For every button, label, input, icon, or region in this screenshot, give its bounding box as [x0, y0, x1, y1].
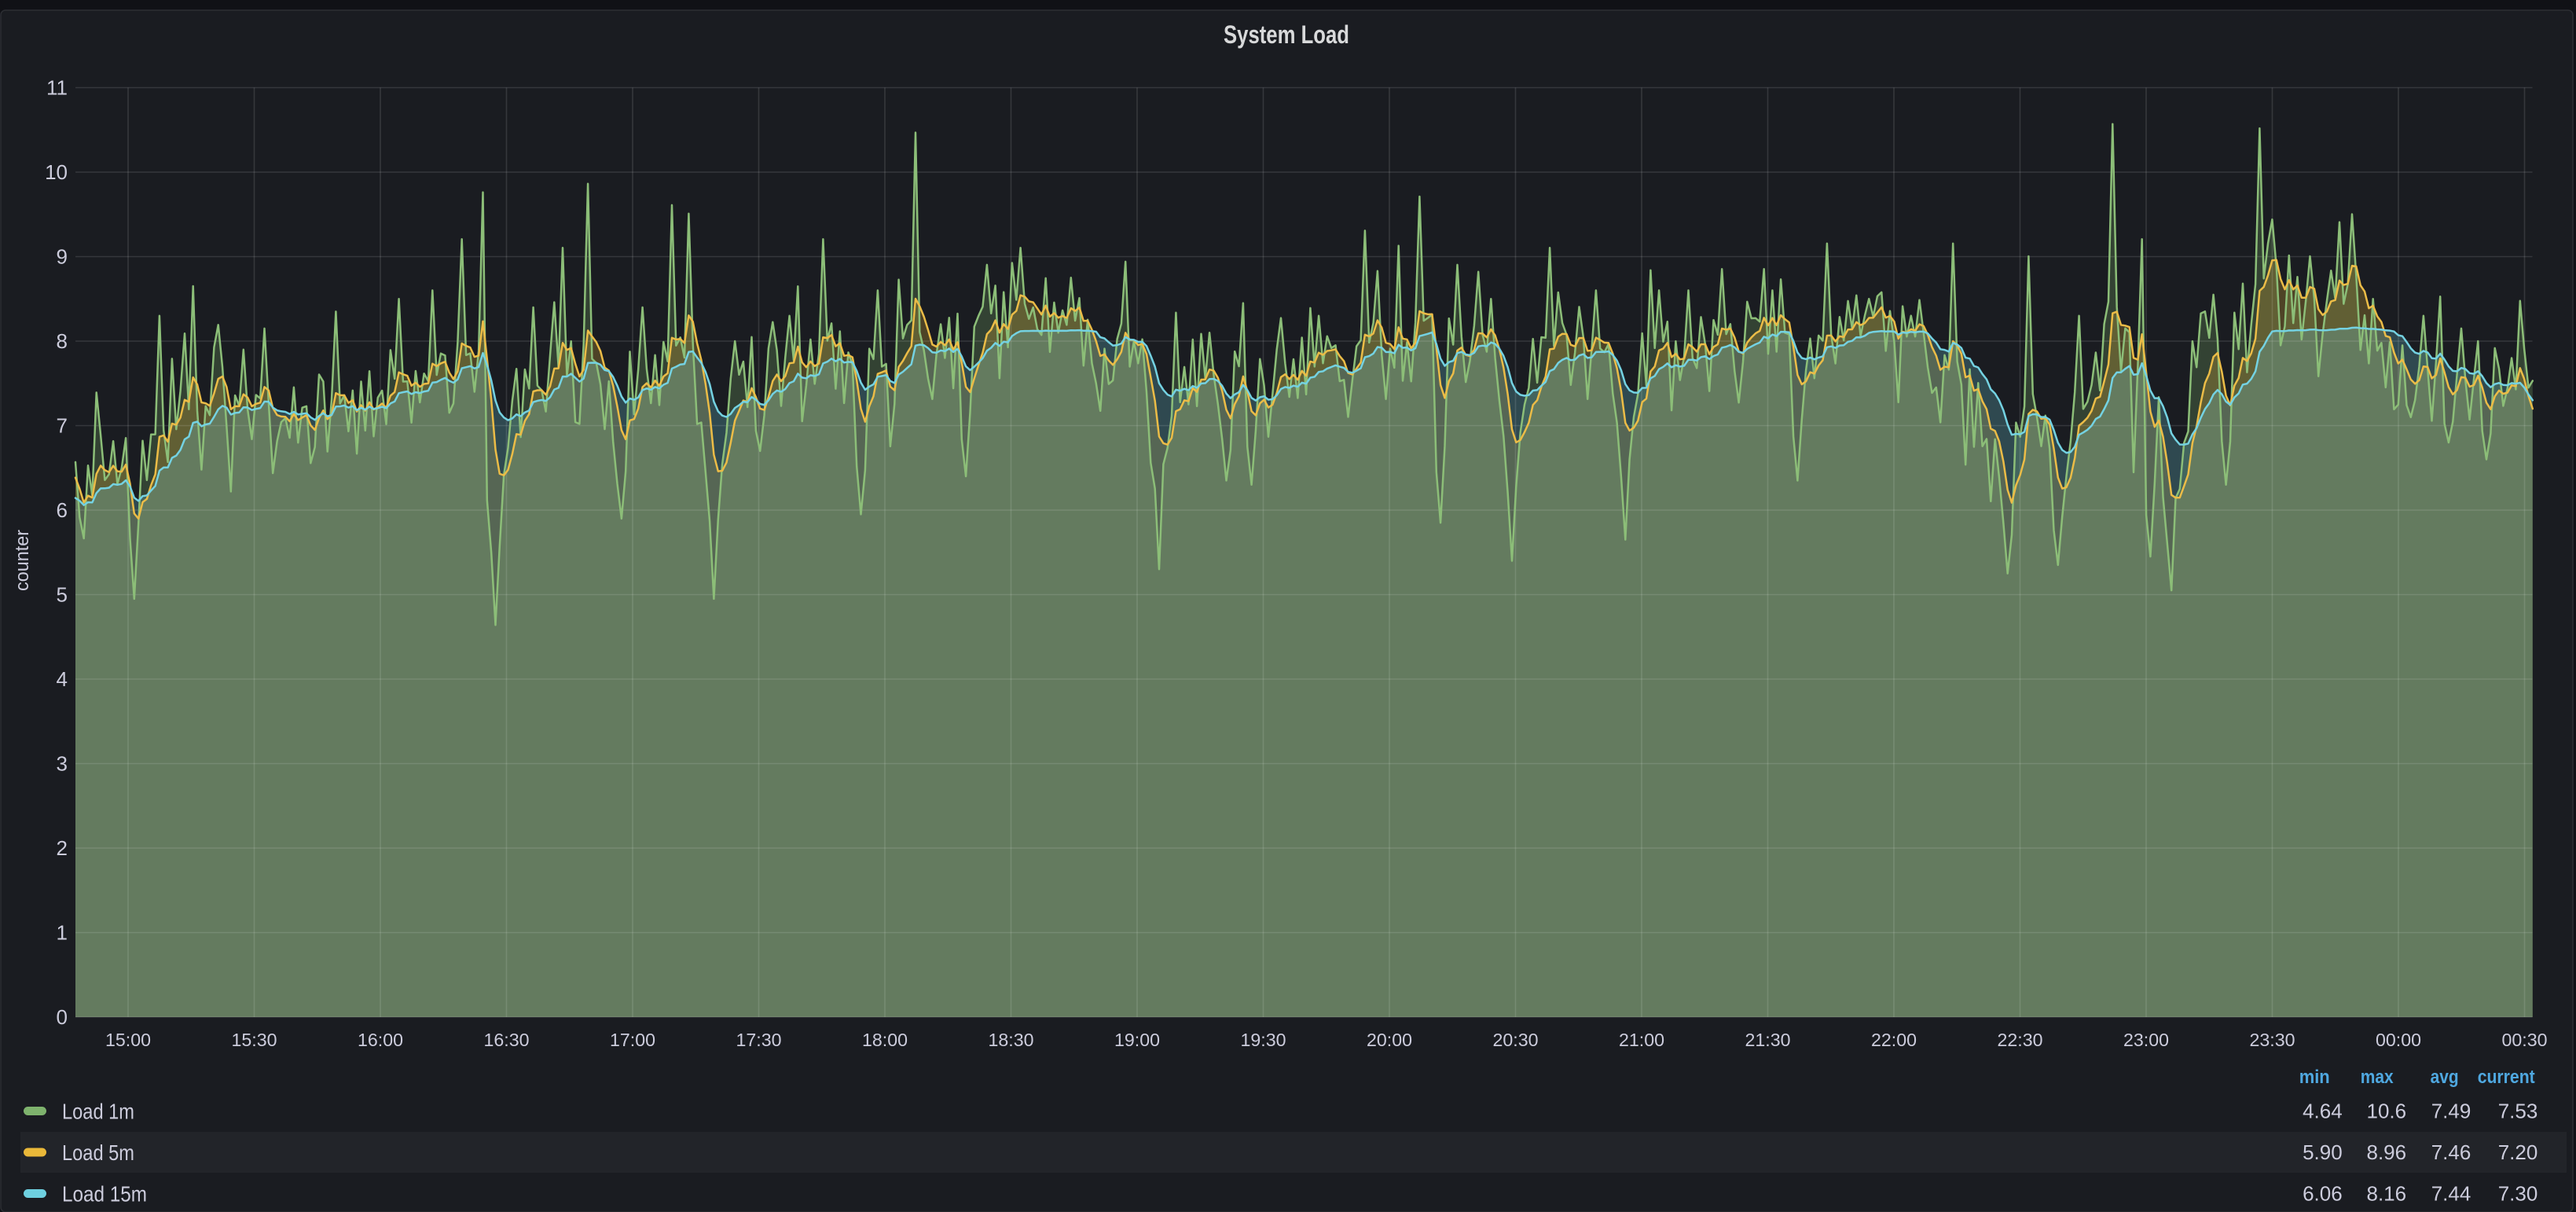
svg-text:max: max — [2361, 1067, 2394, 1088]
svg-text:5.90: 5.90 — [2303, 1140, 2343, 1164]
svg-text:10: 10 — [45, 160, 68, 184]
svg-text:System Load: System Load — [1224, 20, 1349, 49]
svg-text:8.96: 8.96 — [2366, 1140, 2406, 1164]
svg-text:2: 2 — [57, 836, 68, 860]
svg-text:7.53: 7.53 — [2498, 1100, 2538, 1123]
svg-text:7.30: 7.30 — [2498, 1182, 2538, 1206]
svg-text:counter: counter — [12, 530, 33, 591]
svg-text:18:00: 18:00 — [862, 1030, 908, 1050]
svg-text:Load 15m: Load 15m — [62, 1182, 147, 1206]
svg-text:21:00: 21:00 — [1619, 1030, 1664, 1050]
svg-text:11: 11 — [46, 76, 68, 100]
svg-text:10.6: 10.6 — [2366, 1100, 2406, 1123]
svg-text:00:00: 00:00 — [2376, 1030, 2421, 1050]
svg-text:19:30: 19:30 — [1241, 1030, 1286, 1050]
svg-text:23:00: 23:00 — [2123, 1030, 2169, 1050]
svg-text:avg: avg — [2431, 1067, 2459, 1088]
svg-text:20:30: 20:30 — [1493, 1030, 1539, 1050]
svg-text:min: min — [2299, 1067, 2330, 1088]
svg-text:8.16: 8.16 — [2366, 1182, 2406, 1206]
svg-text:7: 7 — [57, 414, 68, 438]
svg-text:18:30: 18:30 — [989, 1030, 1034, 1050]
svg-text:1: 1 — [57, 921, 68, 945]
svg-text:17:00: 17:00 — [610, 1030, 655, 1050]
svg-text:19:00: 19:00 — [1114, 1030, 1160, 1050]
svg-text:23:30: 23:30 — [2250, 1030, 2295, 1050]
svg-text:17:30: 17:30 — [736, 1030, 782, 1050]
svg-text:7.46: 7.46 — [2431, 1140, 2471, 1164]
svg-text:Load 1m: Load 1m — [62, 1100, 134, 1124]
svg-text:3: 3 — [57, 752, 68, 776]
svg-text:16:30: 16:30 — [484, 1030, 530, 1050]
svg-text:22:00: 22:00 — [1871, 1030, 1917, 1050]
svg-text:Load 5m: Load 5m — [62, 1140, 134, 1165]
svg-text:00:30: 00:30 — [2502, 1030, 2548, 1050]
svg-text:7.20: 7.20 — [2498, 1140, 2538, 1164]
svg-text:15:00: 15:00 — [105, 1030, 151, 1050]
svg-text:15:30: 15:30 — [232, 1030, 277, 1050]
svg-text:16:00: 16:00 — [358, 1030, 403, 1050]
svg-text:4.64: 4.64 — [2303, 1100, 2343, 1123]
svg-text:6.06: 6.06 — [2303, 1182, 2343, 1206]
svg-text:8: 8 — [57, 329, 68, 353]
svg-text:22:30: 22:30 — [1998, 1030, 2043, 1050]
svg-text:0: 0 — [57, 1005, 68, 1029]
svg-text:21:30: 21:30 — [1745, 1030, 1791, 1050]
svg-text:6: 6 — [57, 498, 68, 522]
svg-text:20:00: 20:00 — [1367, 1030, 1412, 1050]
svg-text:5: 5 — [57, 583, 68, 607]
svg-text:current: current — [2478, 1067, 2535, 1088]
svg-text:4: 4 — [57, 667, 68, 691]
svg-text:7.49: 7.49 — [2431, 1100, 2471, 1123]
svg-text:9: 9 — [57, 245, 68, 269]
svg-text:7.44: 7.44 — [2431, 1182, 2471, 1206]
